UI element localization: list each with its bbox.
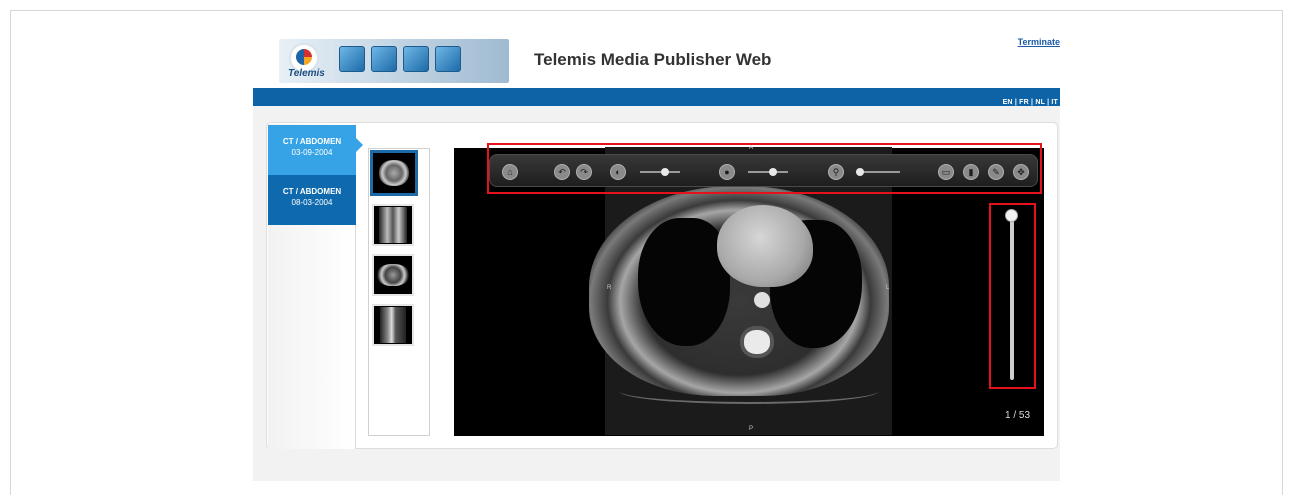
language-selector[interactable]: EN | FR | NL | IT bbox=[1003, 99, 1058, 106]
study-tab-modality: CT / ABDOMEN bbox=[282, 187, 342, 196]
thumbnail-image bbox=[379, 207, 407, 243]
telemis-logo: Telemis bbox=[279, 39, 509, 83]
terminate-link[interactable]: Terminate bbox=[1018, 37, 1060, 47]
orientation-left: R bbox=[607, 285, 612, 291]
logo-image-1 bbox=[339, 46, 365, 72]
study-tab-date: 03-09-2004 bbox=[291, 148, 333, 157]
thumbnail-image bbox=[379, 160, 409, 186]
thumbnail-image bbox=[380, 307, 406, 343]
study-tab-1[interactable]: CT / ABDOMEN 03-09-2004 bbox=[268, 125, 363, 175]
logo-image-3 bbox=[403, 46, 429, 72]
ct-lung-right bbox=[638, 218, 730, 346]
ct-spine bbox=[744, 330, 770, 354]
logo-image-4 bbox=[435, 46, 461, 72]
logo-image-2 bbox=[371, 46, 397, 72]
toolbar-highlight bbox=[487, 143, 1042, 194]
thumbnail-image bbox=[377, 264, 409, 286]
app-title: Telemis Media Publisher Web bbox=[534, 50, 772, 69]
top-bar: EN | FR | NL | IT bbox=[253, 88, 1060, 106]
header: Telemis Telemis Media Publisher Web Term… bbox=[253, 30, 1060, 88]
series-thumbnail-3[interactable] bbox=[372, 254, 414, 296]
slice-slider-highlight bbox=[989, 203, 1036, 389]
ct-table-ring bbox=[619, 378, 879, 404]
logo-text: Telemis bbox=[288, 68, 325, 79]
series-thumbnail-2[interactable] bbox=[372, 204, 414, 246]
series-thumbnail-4[interactable] bbox=[372, 304, 414, 346]
ct-aorta bbox=[754, 292, 770, 308]
study-tabs: CT / ABDOMEN 03-09-2004 CT / ABDOMEN 08-… bbox=[268, 124, 363, 449]
study-tab-modality: CT / ABDOMEN bbox=[282, 137, 342, 146]
study-tab-date: 08-03-2004 bbox=[291, 198, 333, 207]
series-thumbnails bbox=[368, 148, 430, 436]
study-tab-2[interactable]: CT / ABDOMEN 08-03-2004 bbox=[268, 175, 356, 225]
orientation-bottom: P bbox=[749, 426, 754, 432]
orientation-right: L bbox=[886, 285, 890, 291]
ct-heart bbox=[717, 205, 813, 287]
series-thumbnail-1[interactable] bbox=[370, 150, 418, 196]
slice-counter: 1 / 53 bbox=[1005, 410, 1031, 421]
